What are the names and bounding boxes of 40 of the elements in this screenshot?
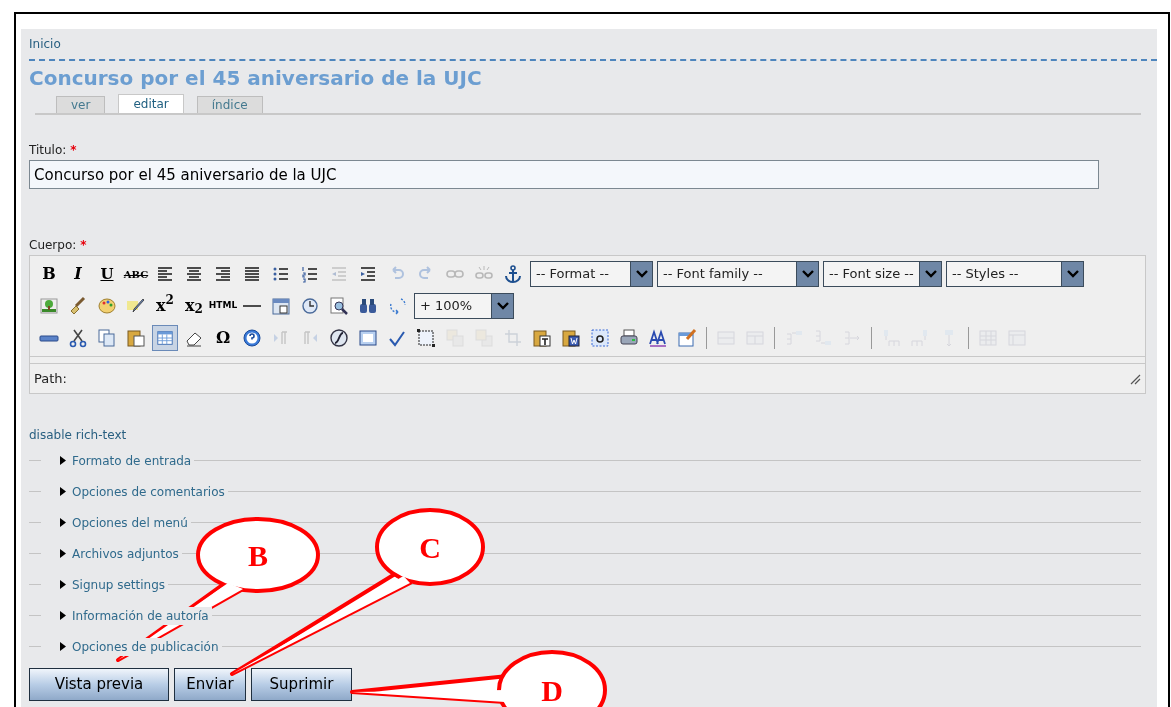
callout-letter: C <box>419 531 441 564</box>
form-button[interactable]: Enviar <box>174 668 246 701</box>
toolbar-button[interactable]: ABC <box>123 262 149 286</box>
expand-triangle-icon[interactable] <box>59 580 67 589</box>
toolbar-button[interactable]: x$_{2}$ <box>181 294 207 318</box>
form-button[interactable]: Suprimir <box>251 668 352 701</box>
dropdown[interactable]: -- Font family -- <box>657 261 819 287</box>
disable-rich-text-link[interactable]: disable rich-text <box>29 426 127 444</box>
dropdown[interactable]: -- Format -- <box>530 261 653 287</box>
breadcrumb-link[interactable]: Inicio <box>29 35 61 53</box>
dropdown[interactable]: -- Styles -- <box>946 261 1084 287</box>
expand-triangle-icon[interactable] <box>59 456 67 465</box>
resize-handle-icon[interactable] <box>1129 372 1141 385</box>
fieldset-legend[interactable]: Información de autoría <box>59 606 212 625</box>
toolbar-button[interactable]: I <box>65 262 91 286</box>
expand-triangle-icon[interactable] <box>59 518 67 527</box>
dropdown[interactable]: + 100% <box>414 293 514 319</box>
expand-triangle-icon[interactable] <box>59 642 67 651</box>
toolbar-button[interactable]: HTML <box>210 294 236 318</box>
page-title: Concurso por el 45 aniversario de la UJC <box>29 65 482 91</box>
callout-letter: B <box>248 539 268 572</box>
path-label: Path: <box>34 369 67 388</box>
title-field[interactable]: Concurso por el 45 aniversario de la UJC <box>29 160 1099 189</box>
expand-triangle-icon[interactable] <box>59 611 67 620</box>
form-button[interactable]: Vista previa <box>29 668 169 701</box>
tab[interactable]: ver <box>56 96 106 113</box>
toolbar-button[interactable]: Ω <box>210 326 236 350</box>
required-mark: * <box>80 237 87 254</box>
tab[interactable]: índice <box>196 96 263 113</box>
callout-letter: D <box>541 674 563 707</box>
toolbar-button[interactable]: B <box>36 262 62 286</box>
required-mark: * <box>70 142 77 159</box>
field-label: Titulo: <box>29 142 67 159</box>
field-label: Cuerpo: <box>29 237 77 254</box>
toolbar-button[interactable]: x$^{2}$ <box>152 294 178 318</box>
tab[interactable]: editar <box>118 94 184 113</box>
expand-triangle-icon[interactable] <box>59 549 67 558</box>
expand-triangle-icon[interactable] <box>59 487 67 496</box>
dropdown[interactable]: -- Font size -- <box>823 261 942 287</box>
toolbar-button[interactable]: U <box>94 262 120 286</box>
